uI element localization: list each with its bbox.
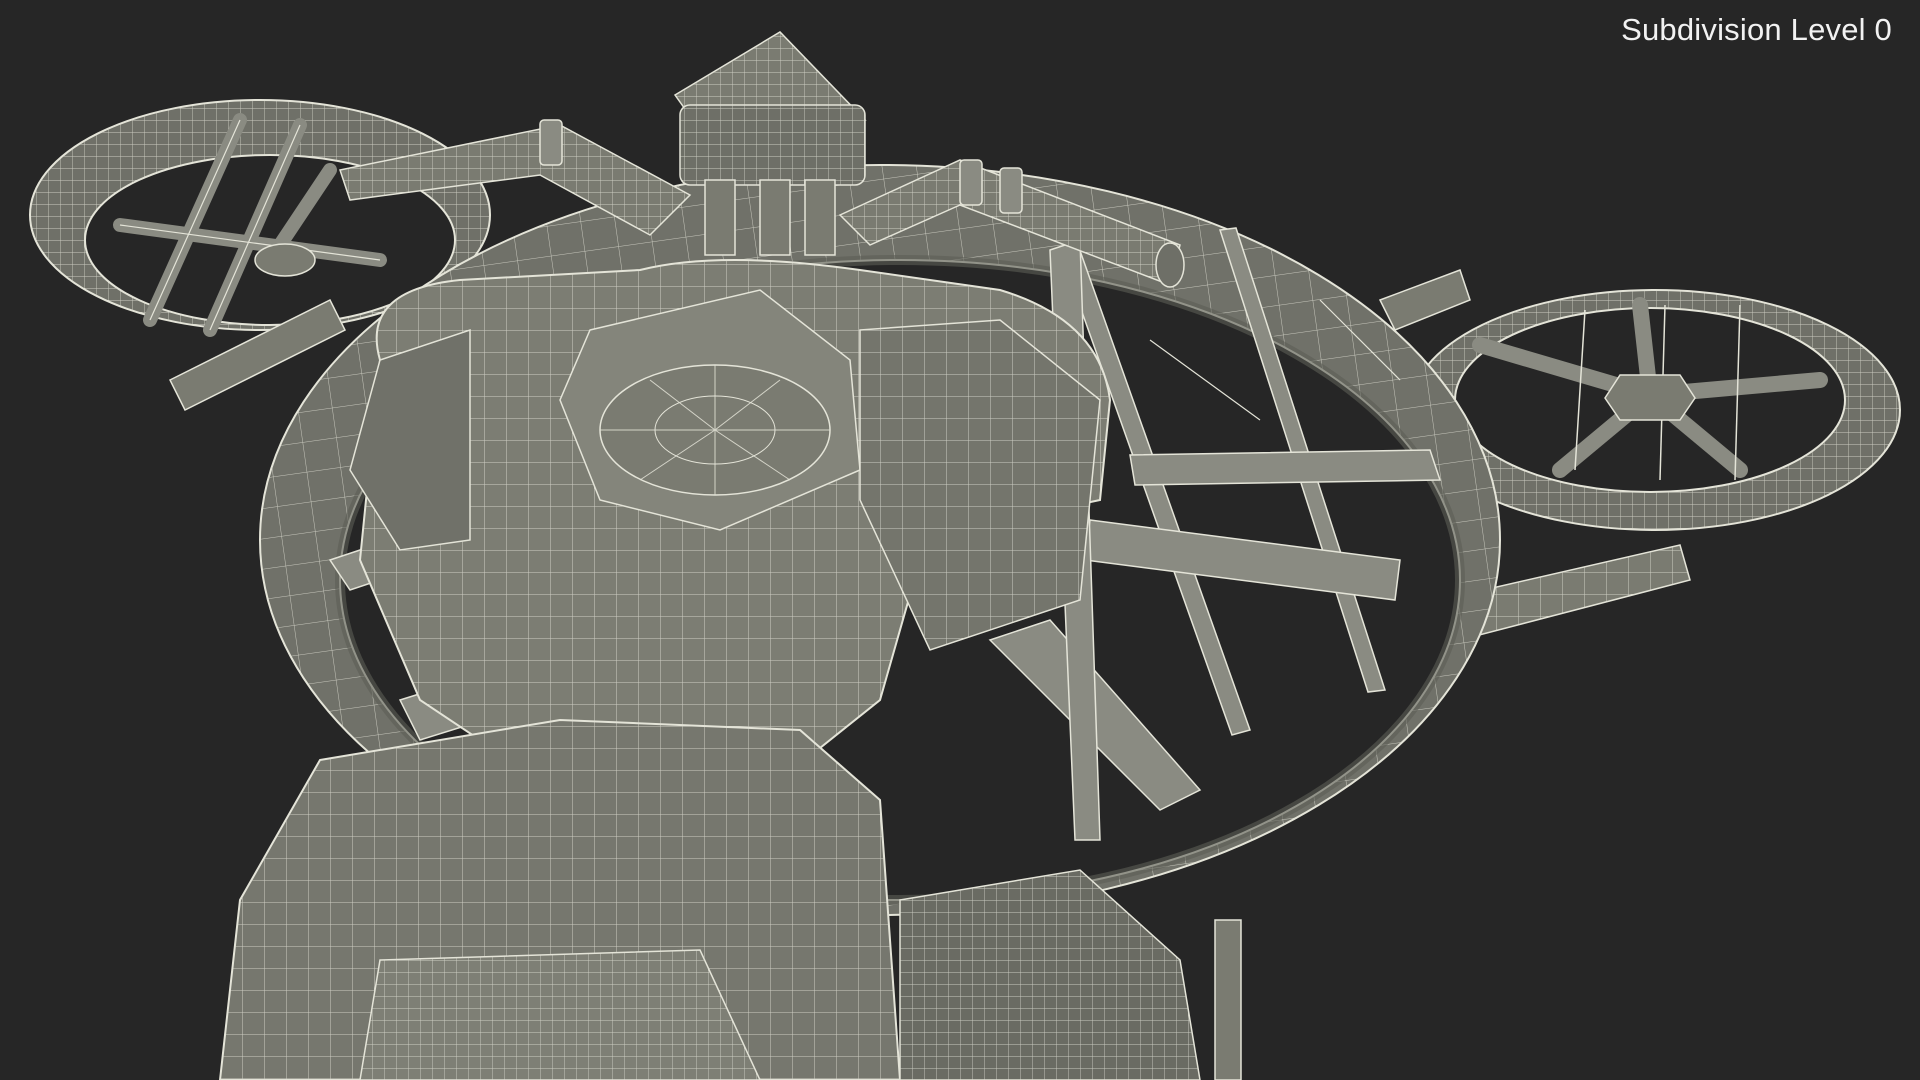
hoverbike-wireframe-render xyxy=(29,31,1901,1080)
3d-viewport[interactable]: Subdivision Level 0 xyxy=(0,0,1920,1080)
subdivision-level-label: Subdivision Level 0 xyxy=(1621,12,1892,47)
